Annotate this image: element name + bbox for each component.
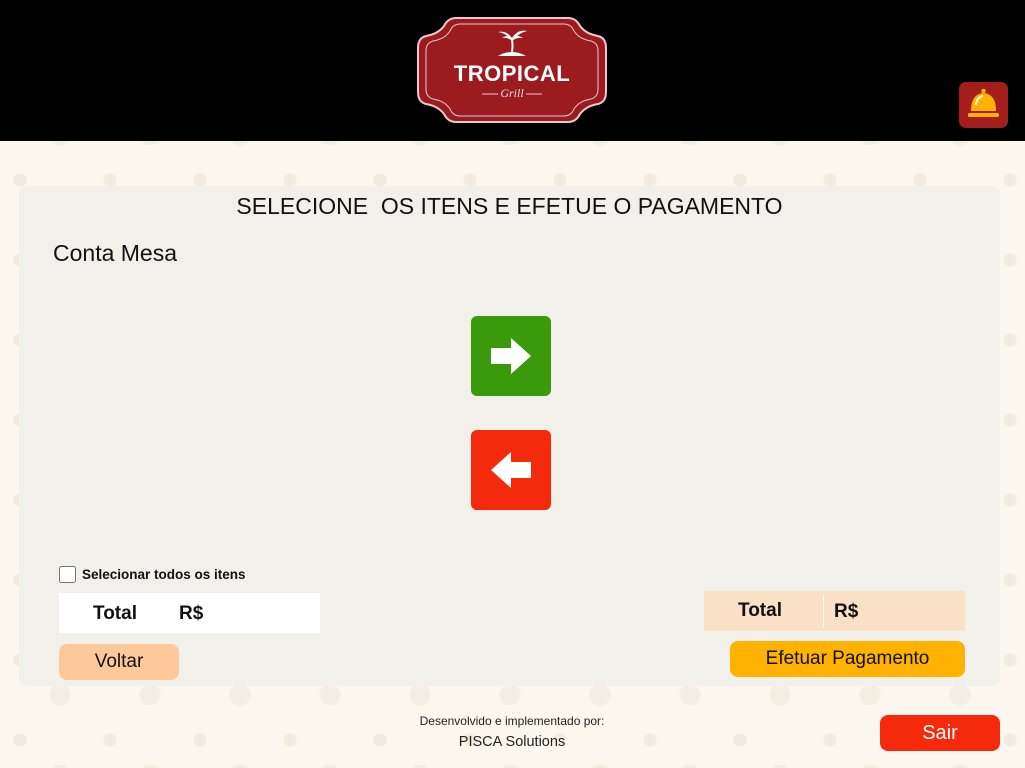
- total-currency: R$: [834, 601, 859, 622]
- credit-text: Desenvolvido e implementado por:: [419, 714, 605, 728]
- top-bar: TROPICAL Grill: [0, 0, 1025, 141]
- payment-panel: SELECIONE OS ITENS E EFETUE O PAGAMENTO …: [19, 186, 1000, 686]
- arrow-left-icon: [491, 452, 531, 488]
- select-all-row: Selecionar todos os itens: [59, 564, 246, 584]
- total-label: Total: [738, 600, 782, 621]
- back-button[interactable]: Voltar: [59, 644, 179, 680]
- logo-subtitle: Grill: [500, 86, 524, 100]
- account-label: Conta Mesa: [53, 240, 178, 266]
- total-label: Total: [93, 603, 137, 624]
- exit-button[interactable]: Sair: [880, 715, 1000, 751]
- divider: [823, 595, 824, 627]
- account-total: Total R$: [59, 593, 320, 633]
- service-bell-button[interactable]: [959, 82, 1008, 128]
- service-bell-icon: [968, 89, 999, 117]
- arrow-right-icon: [491, 338, 531, 374]
- pay-button[interactable]: Efetuar Pagamento: [730, 641, 965, 677]
- payment-total: Total R$: [704, 591, 965, 631]
- logo-name: TROPICAL: [453, 61, 571, 86]
- move-right-button[interactable]: [471, 316, 551, 396]
- page-title: SELECIONE OS ITENS E EFETUE O PAGAMENTO: [236, 193, 783, 219]
- move-left-button[interactable]: [471, 430, 551, 510]
- select-all-checkbox[interactable]: [59, 565, 76, 583]
- restaurant-logo: TROPICAL Grill: [416, 14, 608, 126]
- developer-name: PISCA Solutions: [458, 734, 566, 750]
- select-all-label: Selecionar todos os itens: [82, 566, 246, 582]
- total-currency: R$: [179, 603, 204, 624]
